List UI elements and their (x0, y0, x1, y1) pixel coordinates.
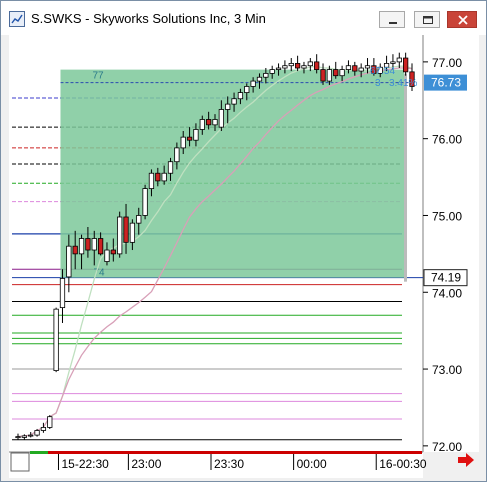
x-tick-label: 23:30 (214, 457, 244, 471)
annotation-text-1: 67.54 (370, 66, 395, 77)
candle-up (174, 147, 180, 163)
candle-up (244, 86, 250, 93)
candle-up (21, 435, 27, 438)
candle-up (180, 136, 186, 149)
candle-up (136, 215, 142, 224)
y-tick-label: 73.00 (432, 363, 462, 377)
candle-up (326, 69, 333, 82)
candle-up (256, 76, 263, 82)
candle-up (288, 63, 294, 67)
candle-up (225, 103, 231, 110)
candle-up (212, 119, 218, 126)
time-axis-session-start (30, 451, 48, 454)
candle-up (104, 249, 110, 262)
x-tick-label: 23:00 (131, 457, 161, 471)
candle-up (91, 238, 97, 251)
price-axis[interactable] (423, 35, 479, 452)
price-chart[interactable]: 7774 67.54 3 3.41% 77.0076.0075.0074.007… (0, 0, 487, 482)
candle-up (199, 119, 205, 130)
highlight-top-label: 77 (92, 71, 104, 82)
candle-down (72, 245, 78, 255)
candle-up (339, 69, 345, 77)
candle-up (250, 80, 256, 87)
annotation-text-3: 3.41% (389, 78, 417, 89)
candle-down (403, 57, 409, 73)
highlight-box-shadow (404, 73, 407, 282)
marker-price-label: 74.19 (423, 269, 468, 287)
candle-down (352, 65, 358, 72)
time-axis-session-bar (30, 451, 422, 454)
x-tick-label: 16-00:30 (379, 457, 427, 471)
scroll-right-icon[interactable] (456, 452, 476, 468)
candle-up (78, 238, 85, 255)
x-tick-label: 15-22:30 (61, 457, 109, 471)
candle-up (263, 72, 269, 78)
candle-up (117, 216, 123, 255)
candle-up (269, 69, 275, 74)
candle-down (206, 119, 212, 126)
candle-up (307, 61, 313, 67)
candle-up (53, 308, 59, 371)
candle-up (345, 65, 352, 70)
candle-up (231, 98, 237, 105)
candle-down (110, 249, 116, 255)
candle-up (218, 109, 224, 128)
candle-up (301, 65, 307, 69)
candle-down (85, 238, 91, 251)
y-tick-label: 77.00 (432, 56, 462, 70)
marker-price-value: 74.19 (431, 271, 461, 285)
candle-up (28, 434, 34, 437)
candle-down (186, 136, 193, 141)
annotation-text-2: 3 (375, 78, 381, 89)
candle-up (66, 245, 72, 278)
candle-up (59, 278, 66, 309)
y-tick-label: 75.00 (432, 209, 462, 223)
candle-down (155, 172, 161, 182)
last-price-label: 76.73 (424, 74, 467, 91)
y-tick-label: 74.00 (432, 286, 462, 300)
candle-up (15, 436, 21, 439)
candle-up (167, 161, 174, 174)
candle-up (47, 416, 53, 428)
candle-down (320, 69, 326, 82)
candle-up (40, 427, 47, 431)
candle-up (396, 57, 402, 63)
candle-down (314, 61, 320, 70)
y-tick-label: 76.00 (432, 133, 462, 147)
time-axis-corner-box[interactable] (10, 452, 30, 472)
candle-up (34, 430, 40, 436)
candle-up (237, 92, 244, 100)
candle-up (358, 67, 364, 72)
candle-up (148, 172, 155, 189)
candle-up (390, 61, 396, 64)
x-tick-label: 00:00 (297, 457, 327, 471)
last-price-value: 76.73 (431, 76, 461, 90)
candle-down (294, 63, 301, 69)
candle-up (129, 222, 136, 243)
candle-up (193, 129, 199, 141)
candle-down (333, 69, 339, 77)
candle-up (161, 172, 167, 182)
candle-up (142, 188, 148, 216)
candle-down (97, 238, 104, 255)
candle-down (123, 216, 129, 243)
candle-up (282, 65, 288, 69)
candle-up (275, 67, 282, 70)
